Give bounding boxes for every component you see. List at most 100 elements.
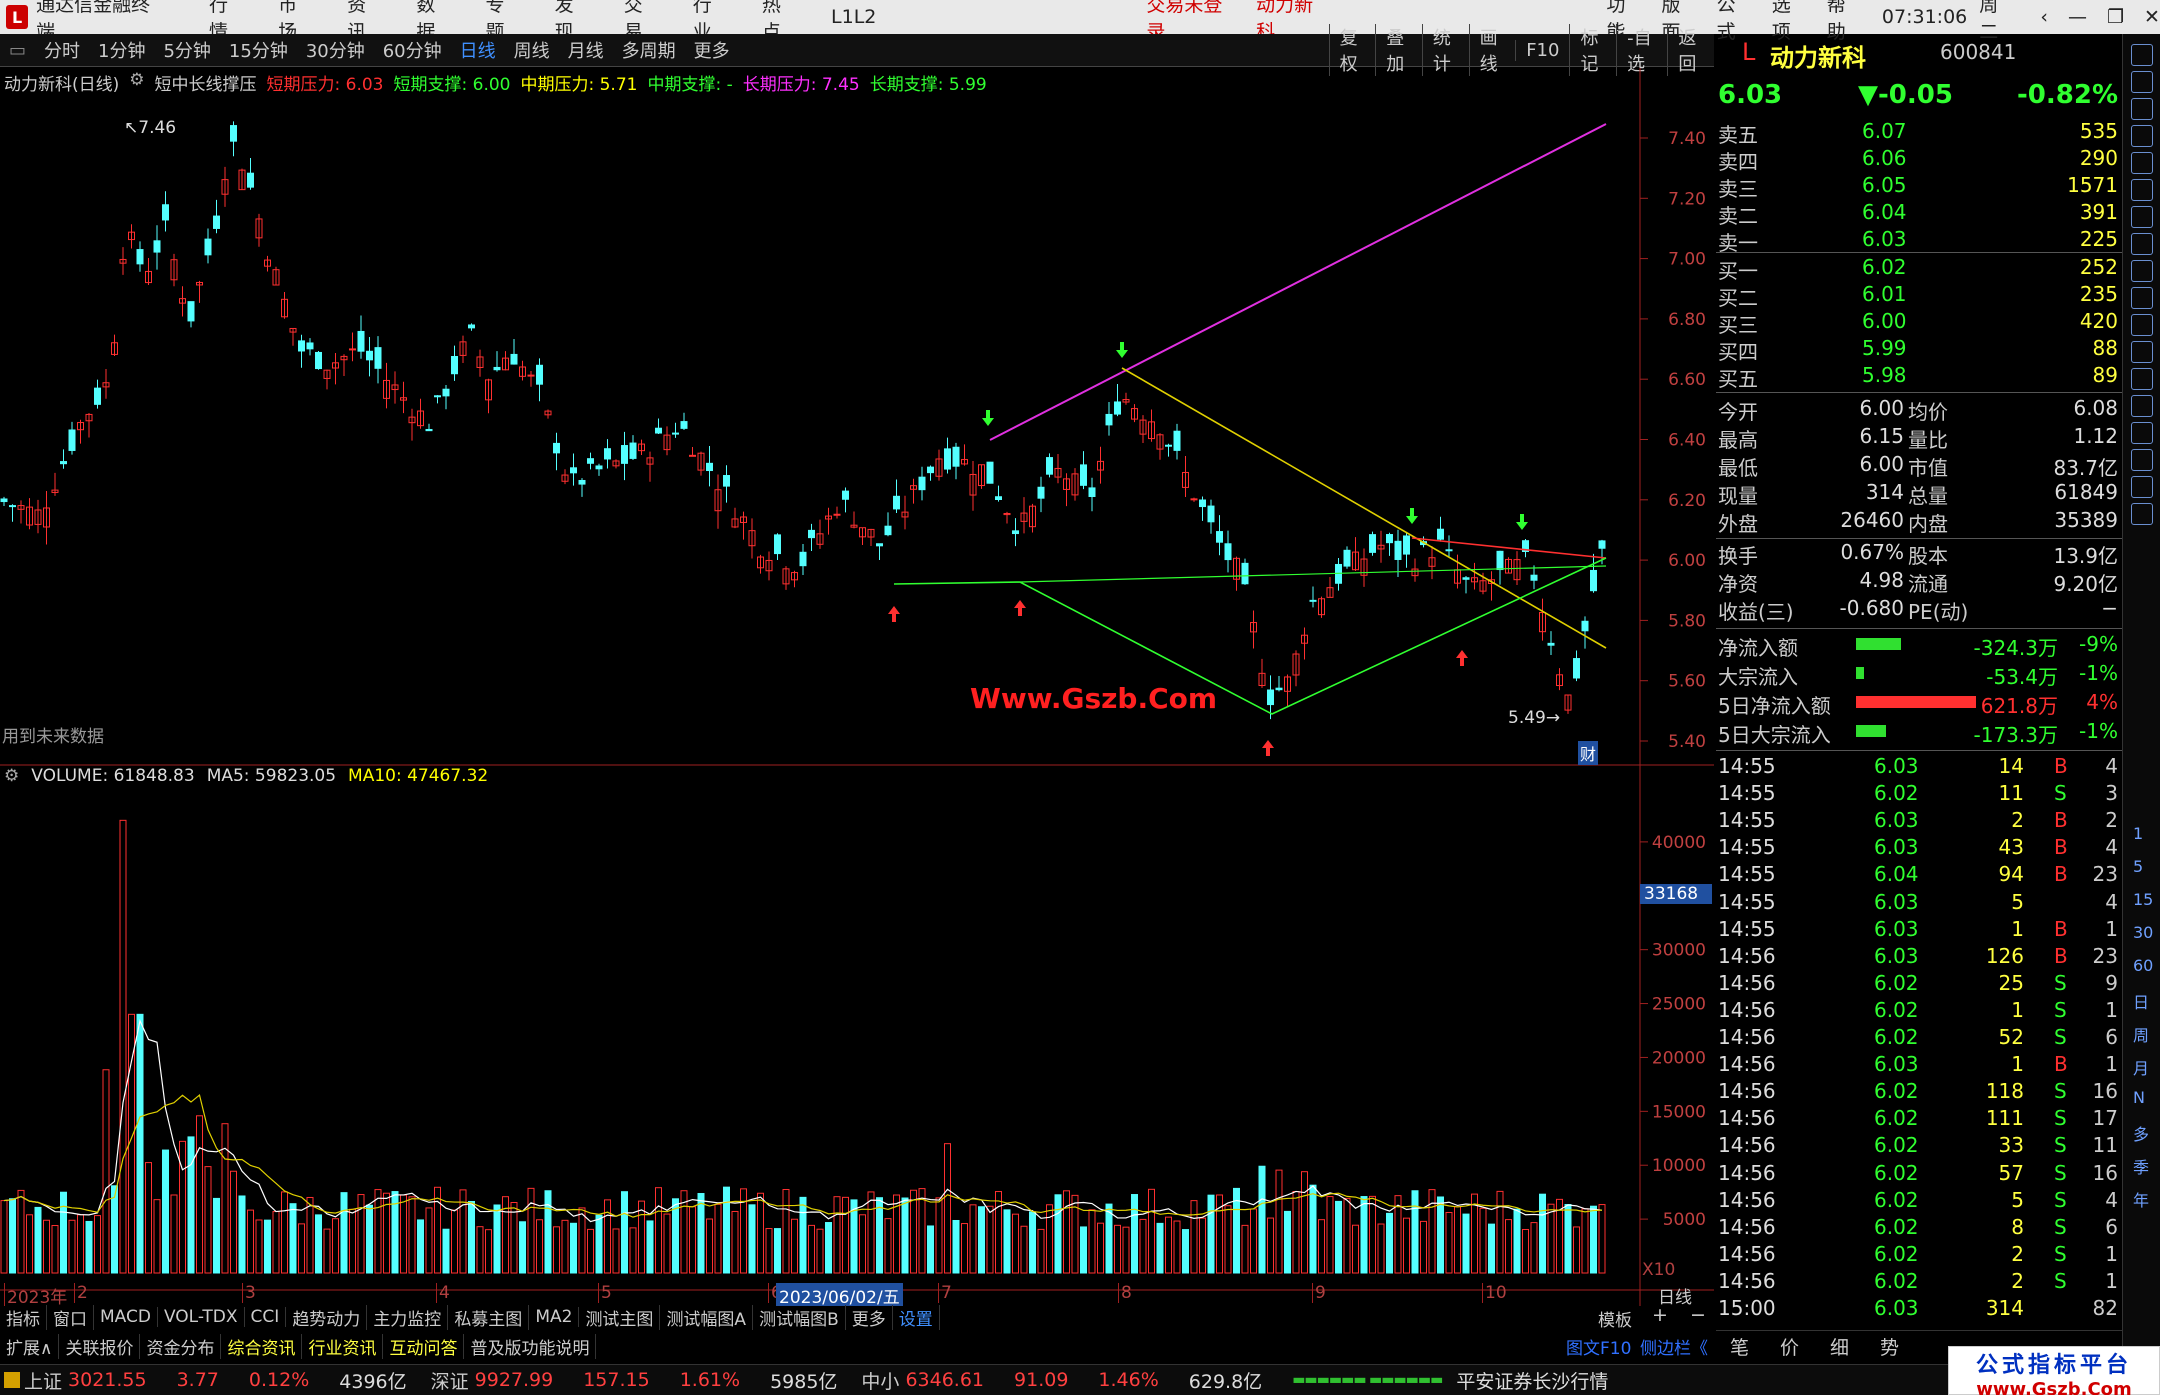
period-tab[interactable]: 周线: [505, 37, 559, 63]
extension-tab[interactable]: 互动问答: [383, 1333, 465, 1359]
period-tab-selected[interactable]: 日线: [451, 37, 505, 63]
side-tool-icon[interactable]: [2131, 422, 2153, 444]
period-tab[interactable]: 1分钟: [89, 37, 154, 63]
side-period-button[interactable]: 60: [2133, 956, 2153, 975]
indicator-tab[interactable]: 测试主图: [579, 1304, 661, 1330]
zx-label[interactable]: 中小: [861, 1367, 899, 1394]
sz-label[interactable]: 深证: [431, 1367, 469, 1394]
volume-bar: [179, 1140, 186, 1274]
finance-badge[interactable]: 财: [1578, 741, 1599, 765]
side-tool-icon[interactable]: [2131, 503, 2153, 525]
add-window-icon[interactable]: +: [1652, 1304, 1668, 1326]
side-tool-icon[interactable]: [2131, 44, 2153, 66]
side-period-button[interactable]: 季: [2133, 1154, 2149, 1178]
extension-tab[interactable]: 关联报价: [59, 1333, 141, 1359]
sh-label[interactable]: 上证: [24, 1367, 62, 1394]
indicator-tab[interactable]: 趋势动力: [286, 1304, 368, 1330]
extension-tab[interactable]: 普及版功能说明: [464, 1333, 597, 1359]
side-period-button[interactable]: 30: [2133, 923, 2153, 942]
extension-tab[interactable]: 行业资讯: [302, 1333, 384, 1359]
indicator-tab[interactable]: 私募主图: [448, 1304, 530, 1330]
period-tab[interactable]: 月线: [559, 37, 613, 63]
side-tool-icon[interactable]: [2131, 152, 2153, 174]
indicator-tab[interactable]: 测试幅图A: [660, 1304, 754, 1330]
extension-tab[interactable]: 扩展∧: [0, 1333, 60, 1359]
detail-tab[interactable]: 价: [1780, 1333, 1799, 1360]
side-period-button[interactable]: 月: [2133, 1055, 2149, 1079]
side-tool-icon[interactable]: [2131, 287, 2153, 309]
side-tool-icon[interactable]: [2131, 179, 2153, 201]
volume-bar: [1080, 1226, 1087, 1274]
side-tool-icon[interactable]: [2131, 98, 2153, 120]
period-tab[interactable]: 5分钟: [154, 37, 219, 63]
side-tool-icon[interactable]: [2131, 233, 2153, 255]
kline-chart[interactable]: 7.40 7.20 7.00 6.80 6.60 6.40 6.20 6.00 5.80 5.60…: [0, 68, 1714, 1319]
side-tool-icon[interactable]: [2131, 476, 2153, 498]
indicator-tab[interactable]: 测试幅图B: [753, 1304, 846, 1330]
close-icon[interactable]: ✕: [2144, 6, 2160, 28]
trade-time: 14:55: [1718, 754, 1776, 778]
trade-time: 14:56: [1718, 1025, 1776, 1049]
side-period-button[interactable]: 年: [2133, 1187, 2149, 1211]
detail-tab[interactable]: 细: [1830, 1333, 1849, 1360]
side-period-button[interactable]: 5: [2133, 857, 2143, 876]
extension-tab[interactable]: 综合资讯: [221, 1333, 303, 1359]
volume-gear-icon[interactable]: ⚙: [4, 766, 19, 786]
volume-bar: [94, 1215, 101, 1274]
side-period-button[interactable]: 多: [2133, 1121, 2149, 1145]
side-tool-icon[interactable]: [2131, 71, 2153, 93]
period-tab[interactable]: 多周期: [613, 37, 685, 63]
indicator-tab[interactable]: 主力监控: [367, 1304, 449, 1330]
extension-tab[interactable]: 资金分布: [140, 1333, 222, 1359]
period-toolbar: ▭ 分时 1分钟 5分钟 15分钟 30分钟 60分钟 日线 周线 月线 多周期…: [0, 24, 1714, 76]
template-button[interactable]: 模板: [1598, 1306, 1632, 1331]
period-tab-more[interactable]: 更多: [685, 37, 739, 63]
period-tab[interactable]: 60分钟: [374, 37, 451, 63]
back-icon[interactable]: ‹: [2040, 6, 2048, 28]
f10-link[interactable]: 图文F10: [1566, 1334, 1631, 1359]
indicator-tab[interactable]: 设置: [893, 1304, 940, 1330]
indicator-tab[interactable]: MA2: [529, 1307, 580, 1327]
side-period-button[interactable]: N: [2133, 1088, 2145, 1107]
menu-item[interactable]: L1L2: [831, 6, 876, 28]
volume-bar: [510, 1202, 518, 1274]
side-tool-icon[interactable]: [2131, 206, 2153, 228]
side-tool-icon[interactable]: [2131, 125, 2153, 147]
period-tab[interactable]: 分时: [35, 37, 89, 63]
trade-time: 14:56: [1718, 1106, 1776, 1131]
side-tool-icon[interactable]: [2131, 341, 2153, 363]
indicator-tab[interactable]: 窗口: [47, 1304, 94, 1330]
minimize-icon[interactable]: —: [2068, 6, 2087, 28]
volume-bar: [1267, 1217, 1274, 1274]
side-period-button[interactable]: 日: [2133, 989, 2149, 1013]
detail-tab[interactable]: 笔: [1730, 1333, 1749, 1360]
side-period-button[interactable]: 15: [2133, 890, 2153, 909]
period-tab[interactable]: 15分钟: [220, 37, 297, 63]
remove-window-icon[interactable]: −: [1690, 1304, 1706, 1326]
detail-tab[interactable]: 势: [1880, 1333, 1899, 1360]
period-tab[interactable]: 30分钟: [297, 37, 374, 63]
side-tool-icon[interactable]: [2131, 395, 2153, 417]
volume-bar: [655, 1187, 662, 1274]
indicator-tab[interactable]: VOL-TDX: [158, 1307, 245, 1327]
indicator-tab[interactable]: CCI: [245, 1307, 287, 1327]
side-period-button[interactable]: 周: [2133, 1022, 2149, 1046]
indicator-tab-label[interactable]: 指标: [0, 1304, 47, 1330]
volume-bar: [969, 1204, 977, 1274]
indicator-tab[interactable]: 更多: [846, 1304, 893, 1330]
side-period-button[interactable]: 1: [2133, 824, 2143, 843]
stat-value-a: 6.00: [1859, 396, 1904, 420]
volume-bar: [1513, 1208, 1521, 1274]
side-tool-icon[interactable]: [2131, 368, 2153, 390]
indicator-tab[interactable]: MACD: [94, 1307, 158, 1327]
side-tool-icon[interactable]: [2131, 449, 2153, 471]
sidebar-toggle[interactable]: 侧边栏《: [1640, 1334, 1708, 1359]
toolbar-button[interactable]: F10: [1515, 39, 1569, 61]
volume-bar: [119, 819, 127, 1274]
side-tool-icon[interactable]: [2131, 260, 2153, 282]
collapse-icon[interactable]: ▭: [0, 40, 35, 61]
volume-bar: [1496, 1190, 1504, 1274]
restore-icon[interactable]: ❐: [2107, 6, 2124, 28]
side-tool-icon[interactable]: [2131, 314, 2153, 336]
trade-row: 14:56 6.02 111 S 17: [1716, 1106, 2122, 1133]
